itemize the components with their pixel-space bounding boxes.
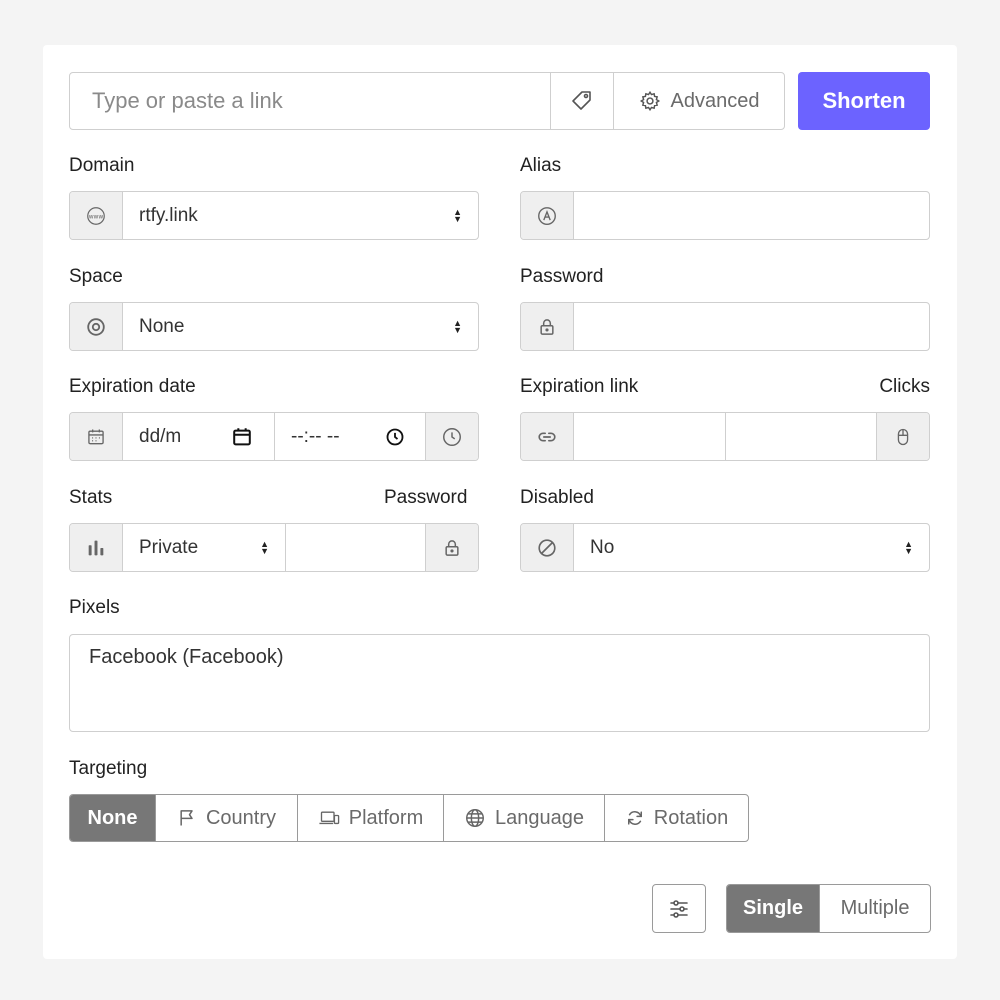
expiration-link-group <box>520 412 930 461</box>
mode-multiple[interactable]: Multiple <box>819 885 930 932</box>
ban-icon <box>521 524 574 571</box>
calendar-icon <box>70 413 123 460</box>
target-circle-icon <box>70 303 123 350</box>
targeting-label: Targeting <box>69 758 148 779</box>
alias-icon <box>521 192 574 239</box>
select-arrows-icon: ▲ ▼ <box>453 206 462 224</box>
disabled-select[interactable]: No ▲ ▼ <box>520 523 930 572</box>
pixels-select[interactable]: Facebook (Facebook) <box>69 634 930 732</box>
space-select[interactable]: None ▲ ▼ <box>69 302 479 351</box>
link-chain-icon <box>521 413 574 460</box>
space-value: None <box>139 315 185 337</box>
stats-select[interactable]: Private ▲ ▼ <box>123 524 285 571</box>
pixels-value: Facebook (Facebook) <box>89 646 284 668</box>
time-input[interactable]: --:-- -- <box>275 413 426 460</box>
stats-group: Private ▲ ▼ <box>69 523 479 572</box>
mode-segmented-control: Single Multiple <box>726 884 931 933</box>
space-label: Space <box>69 266 123 287</box>
clock-icon <box>425 413 478 460</box>
targeting-platform[interactable]: Platform <box>297 795 443 841</box>
tag-button[interactable] <box>551 73 613 129</box>
time-placeholder: --:-- -- <box>291 425 340 447</box>
lock-icon <box>425 524 478 571</box>
shorten-button[interactable]: Shorten <box>798 72 930 130</box>
mode-single[interactable]: Single <box>727 885 820 932</box>
stats-password-label: Password <box>384 487 468 508</box>
bar-chart-icon <box>70 524 123 571</box>
advanced-label: Advanced <box>670 89 760 112</box>
link-input[interactable]: Type or paste a link <box>92 73 548 129</box>
gear-icon <box>639 90 661 112</box>
tag-icon <box>570 89 594 113</box>
expiration-link-label: Expiration link <box>520 376 639 397</box>
stats-password-input[interactable] <box>286 524 426 571</box>
password-input[interactable] <box>520 302 930 351</box>
link-input-group: Type or paste a link Advanced <box>69 72 785 130</box>
alias-label: Alias <box>520 155 562 176</box>
mouse-icon <box>876 413 929 460</box>
alias-input[interactable] <box>520 191 930 240</box>
lock-icon <box>521 303 574 350</box>
targeting-rotation[interactable]: Rotation <box>604 795 748 841</box>
targeting-country[interactable]: Country <box>155 795 297 841</box>
calendar-picker-icon[interactable] <box>231 426 253 448</box>
settings-sliders-button[interactable] <box>652 884 706 933</box>
clock-picker-icon[interactable] <box>385 427 405 447</box>
expiration-date-group: dd/m --:-- -- <box>69 412 479 461</box>
date-input[interactable]: dd/m <box>123 413 274 460</box>
domain-value: rtfy.link <box>139 204 198 226</box>
devices-icon <box>318 808 340 828</box>
pixels-label: Pixels <box>69 597 120 618</box>
disabled-value: No <box>590 536 615 558</box>
targeting-language[interactable]: Language <box>443 795 604 841</box>
stats-label: Stats <box>69 487 113 508</box>
date-placeholder: dd/m <box>139 425 182 447</box>
domain-select[interactable]: www rtfy.link ▲ ▼ <box>69 191 479 240</box>
expiration-link-input[interactable] <box>574 413 725 460</box>
expiration-date-label: Expiration date <box>69 376 196 397</box>
rotate-icon <box>625 808 645 828</box>
select-arrows-icon: ▲ ▼ <box>260 538 269 556</box>
advanced-button[interactable]: Advanced <box>614 73 784 129</box>
globe-www-icon: www <box>70 192 123 239</box>
select-arrows-icon: ▲ ▼ <box>904 538 913 556</box>
disabled-label: Disabled <box>520 487 594 508</box>
shorten-link-form: Type or paste a link Advanced Shorten Do… <box>43 45 957 959</box>
stats-value: Private <box>139 536 199 558</box>
select-arrows-icon: ▲ ▼ <box>453 317 462 335</box>
flag-icon <box>177 808 197 828</box>
targeting-segmented-control: None Country Platform Language Rotation <box>69 794 749 842</box>
clicks-label: Clicks <box>879 376 930 397</box>
globe-icon <box>464 807 486 829</box>
sliders-icon <box>667 897 691 921</box>
targeting-none[interactable]: None <box>70 795 155 841</box>
svg-text:www: www <box>89 213 104 220</box>
clicks-input[interactable] <box>726 413 877 460</box>
password-label: Password <box>520 266 604 287</box>
domain-label: Domain <box>69 155 135 176</box>
